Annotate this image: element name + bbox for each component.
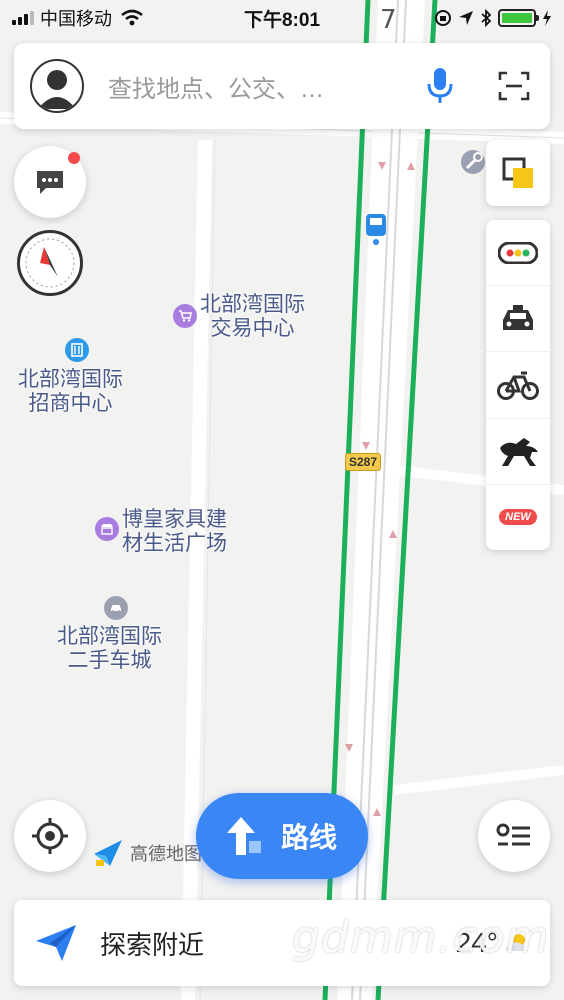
weather-widget[interactable]: 24° [456,927,530,959]
bicycle-icon [497,371,539,400]
poi-name-line1: 北部湾国际 [200,292,305,316]
poi-label-used-car-city[interactable]: 北部湾国际 二手车城 [57,624,162,672]
taxi-button[interactable] [486,286,550,353]
traffic-light-icon [498,241,538,264]
car-icon[interactable] [104,596,128,620]
paper-plane-icon [36,925,76,961]
carrier-name: 中国移动 [40,9,112,29]
list-view-button[interactable] [478,800,550,872]
poi-name-line2: 二手车城 [67,648,152,672]
poi-name-line2: 材生活广场 [122,531,227,555]
location-arrow-icon [459,11,473,25]
search-input[interactable]: 查找地点、公交、… [108,69,420,104]
traffic-toggle[interactable] [486,220,550,287]
poi-name-line1: 北部湾国际 [18,367,123,391]
signal-strength-icon [12,11,34,25]
explore-nearby-label: 探索附近 [100,929,205,960]
map-layers-button[interactable] [486,140,550,206]
amap-logo-icon [94,840,122,866]
road-shield-s287: S287 [345,453,382,471]
new-badge: NEW [499,509,537,526]
orientation-lock-icon [435,10,451,26]
office-building-icon[interactable] [65,338,89,362]
market-icon[interactable] [95,517,119,541]
layers-icon [502,157,533,188]
scan-icon[interactable] [494,66,534,106]
travel-button[interactable] [486,419,550,485]
route-button[interactable]: 路线 [196,793,368,879]
battery-icon [498,9,539,27]
new-feature-button[interactable]: NEW [486,485,550,550]
bike-share-button[interactable] [486,352,550,419]
list-icon [496,823,530,846]
partly-cloudy-icon [506,934,528,951]
taxi-icon [503,304,533,330]
compass-icon [25,238,75,288]
poi-label-investment-center[interactable]: 北部湾国际 招商中心 [18,367,123,415]
explore-nearby-panel[interactable]: 探索附近 24° [14,900,550,986]
horse-icon [500,438,538,467]
map-tools-panel: NEW [486,220,550,550]
route-button-label: 路线 [280,822,337,853]
poi-label-trade-center[interactable]: 北部湾国际 交易中心 [200,292,305,340]
amap-logo: 高德地图 [92,838,202,868]
poi-label-furniture-plaza[interactable]: 博皇家具建 材生活广场 [122,507,227,555]
locate-me-button[interactable] [14,800,86,872]
temperature: 24° [455,927,498,958]
wifi-icon [121,9,143,26]
status-bar: 中国移动 下午8:01 [0,0,564,36]
poi-name-line2: 交易中心 [210,316,295,340]
avatar[interactable] [30,59,84,113]
charging-icon [543,10,551,26]
microphone-icon[interactable] [420,61,460,111]
poi-name-line2: 招商中心 [28,391,113,415]
chat-bubble-icon [37,171,63,194]
shopping-cart-icon[interactable] [173,304,197,328]
poi-name-line1: 北部湾国际 [57,624,162,648]
notification-dot [68,152,80,164]
bluetooth-icon [481,9,492,27]
search-bar[interactable]: 查找地点、公交、… [14,43,550,129]
route-arrow-icon [226,817,261,855]
message-button[interactable] [14,146,86,218]
crosshair-icon [32,818,68,854]
amap-logo-text: 高德地图 [130,844,202,864]
poi-name-line1: 博皇家具建 [122,507,227,531]
compass-button[interactable] [17,230,83,296]
